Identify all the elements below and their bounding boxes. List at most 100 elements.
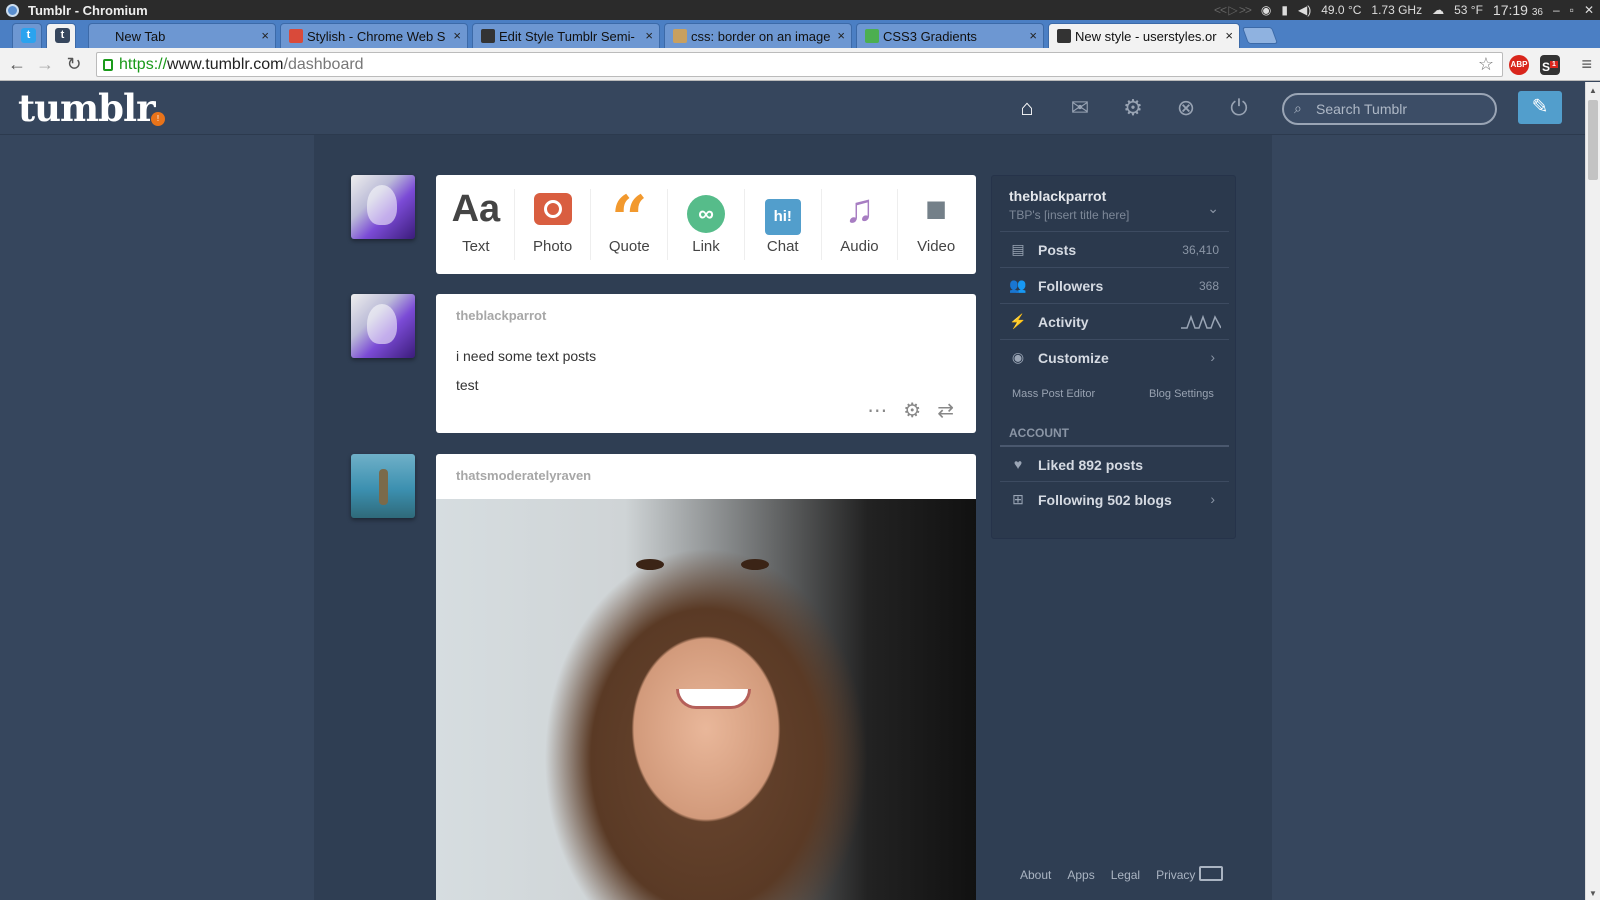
address-bar[interactable]: https://www.tumblr.com/dashboard ☆ (96, 52, 1503, 77)
tab-close-icon[interactable]: × (1029, 28, 1037, 43)
blog-switcher[interactable]: theblackparrot TBP's [insert title here] (1009, 188, 1129, 222)
video-camera-icon: ■ (925, 188, 948, 229)
logo-badge[interactable]: ! (151, 112, 165, 126)
mass-post-editor-link[interactable]: Mass Post Editor (1012, 388, 1095, 400)
keyboard-shortcuts-icon[interactable] (1199, 866, 1223, 881)
scrollbar-thumb[interactable] (1588, 100, 1598, 180)
sidebar-item-label: Activity (1038, 314, 1089, 330)
tab-close-icon[interactable]: × (261, 28, 269, 43)
sidebar-item-activity[interactable]: ⚡ Activity (1000, 303, 1229, 339)
more-options-icon[interactable]: ⋯ (867, 398, 887, 423)
avatar[interactable] (351, 454, 415, 518)
sidebar-item-following[interactable]: ⊞ Following 502 blogs › (1000, 481, 1229, 517)
pinned-tab-tumblr[interactable]: t (46, 23, 76, 48)
minimize-icon[interactable]: – (1553, 3, 1560, 17)
account-heading: ACCOUNT (1009, 426, 1069, 440)
sidebar-item-posts[interactable]: ▤ Posts 36,410 (1000, 231, 1229, 267)
post-video-button[interactable]: ■ Video (898, 189, 974, 260)
explore-icon[interactable]: ⊗ (1172, 94, 1200, 122)
footer-about-link[interactable]: About (1020, 868, 1051, 882)
url-scheme: https:// (119, 56, 168, 73)
steam-icon[interactable]: ◉ (1261, 3, 1271, 17)
tab-close-icon[interactable]: × (837, 28, 845, 43)
headphones-icon: ♫ (844, 187, 875, 231)
volume-icon[interactable]: ◀) (1298, 3, 1311, 17)
footer-legal-link[interactable]: Legal (1111, 868, 1140, 882)
chevron-right-icon: › (1210, 491, 1215, 507)
tumblr-logo[interactable]: tumblr (18, 86, 156, 130)
link-icon: ∞ (668, 189, 744, 233)
adblock-icon[interactable]: ABP (1509, 55, 1529, 75)
blog-settings-link[interactable]: Blog Settings (1149, 388, 1214, 400)
page-scrollbar[interactable]: ▲ ▼ (1585, 82, 1600, 900)
stylish-icon[interactable]: S1 (1540, 55, 1560, 75)
stylish-badge: 1 (1550, 61, 1558, 68)
tab-close-icon[interactable]: × (645, 28, 653, 43)
media-controls-icon[interactable]: << ▷ >> (1214, 3, 1252, 17)
compose-button[interactable]: ✎ (1518, 91, 1562, 124)
sidebar-item-label: Following 502 blogs (1038, 492, 1172, 508)
tab-css3-gradients[interactable]: CSS3 Gradients × (856, 23, 1044, 48)
chat-icon-text: hi! (764, 199, 801, 235)
post-line: test (456, 377, 479, 393)
scroll-down-arrow-icon[interactable]: ▼ (1589, 889, 1597, 898)
tab-label: New Tab (115, 29, 166, 44)
post-author[interactable]: thatsmoderatelyraven (456, 468, 591, 483)
camera-icon (515, 189, 591, 229)
tab-strip: t t New Tab × Stylish - Chrome Web S × Edi… (0, 20, 1600, 48)
tab-stylish[interactable]: Stylish - Chrome Web S × (280, 23, 468, 48)
tab-css-border[interactable]: css: border on an image × (664, 23, 852, 48)
post-photo[interactable] (436, 499, 976, 900)
search-input[interactable]: ⌕ Search Tumblr (1282, 93, 1497, 125)
window-title: Tumblr - Chromium (28, 3, 148, 18)
post-quote-button[interactable]: “ Quote (591, 188, 669, 260)
home-icon[interactable]: ⌂ (1013, 94, 1041, 122)
scroll-up-arrow-icon[interactable]: ▲ (1589, 86, 1597, 95)
post-type-label: Audio (840, 238, 879, 255)
blog-sidebar: theblackparrot TBP's [insert title here]… (991, 175, 1236, 539)
followers-count: 368 (1198, 279, 1219, 293)
post-link-button[interactable]: ∞ Link (668, 189, 745, 260)
new-tab-button[interactable] (1241, 27, 1279, 44)
post-chat-button[interactable]: hi! Chat (745, 189, 822, 260)
tab-userstyles[interactable]: New style - userstyles.or × (1048, 23, 1240, 48)
menu-icon[interactable]: ≡ (1581, 54, 1592, 75)
chevron-down-icon[interactable]: ⌄ (1207, 200, 1219, 217)
bookmark-star-icon[interactable]: ☆ (1478, 54, 1494, 75)
post-photo-button[interactable]: Photo (515, 189, 592, 260)
footer-privacy-link[interactable]: Privacy (1156, 868, 1195, 882)
people-icon: 👥 (1009, 277, 1027, 293)
forward-icon[interactable]: → (35, 54, 55, 74)
os-title-bar: Tumblr - Chromium << ▷ >> ◉ ▮ ◀) 49.0 °C… (0, 0, 1600, 20)
logout-power-icon[interactable]: ⏻ (1225, 94, 1253, 122)
post-controls: ⋯ ⚙ ⇄ (867, 398, 954, 423)
sidebar-item-customize[interactable]: ◉ Customize › (1000, 339, 1229, 375)
pinned-tab-twitter[interactable]: t (12, 23, 42, 48)
post-audio-button[interactable]: ♫ Audio (822, 189, 899, 260)
post-settings-gear-icon[interactable]: ⚙ (903, 398, 921, 423)
tab-edit-style[interactable]: Edit Style Tumblr Semi- × (472, 23, 660, 48)
clock-time: 17:19 (1492, 2, 1528, 18)
text-icon: Aa (451, 188, 501, 230)
sidebar-item-liked[interactable]: ♥ Liked 892 posts (1000, 445, 1229, 481)
tab-close-icon[interactable]: × (1225, 28, 1233, 43)
avatar[interactable] (351, 294, 415, 358)
close-window-icon[interactable]: ✕ (1584, 3, 1594, 17)
inbox-icon[interactable]: ✉ (1066, 94, 1094, 122)
reblog-icon[interactable]: ⇄ (937, 398, 954, 423)
settings-gear-icon[interactable]: ⚙ (1119, 94, 1147, 122)
sidebar-item-followers[interactable]: 👥 Followers 368 (1000, 267, 1229, 303)
back-icon[interactable]: ← (7, 54, 27, 74)
tumblr-icon: t (55, 28, 70, 43)
footer-apps-link[interactable]: Apps (1067, 868, 1094, 882)
avatar[interactable] (351, 175, 415, 239)
network-icon[interactable]: ▮ (1281, 3, 1288, 17)
post-text-button[interactable]: Aa Text (438, 189, 515, 260)
chevron-right-icon: › (1210, 349, 1215, 365)
tab-new-tab[interactable]: New Tab × (88, 23, 276, 48)
tab-close-icon[interactable]: × (453, 28, 461, 43)
post-author[interactable]: theblackparrot (456, 308, 546, 323)
url-host: www.tumblr.com (167, 56, 284, 73)
maximize-icon[interactable]: ▫ (1570, 3, 1574, 17)
reload-icon[interactable]: ↻ (64, 54, 84, 74)
